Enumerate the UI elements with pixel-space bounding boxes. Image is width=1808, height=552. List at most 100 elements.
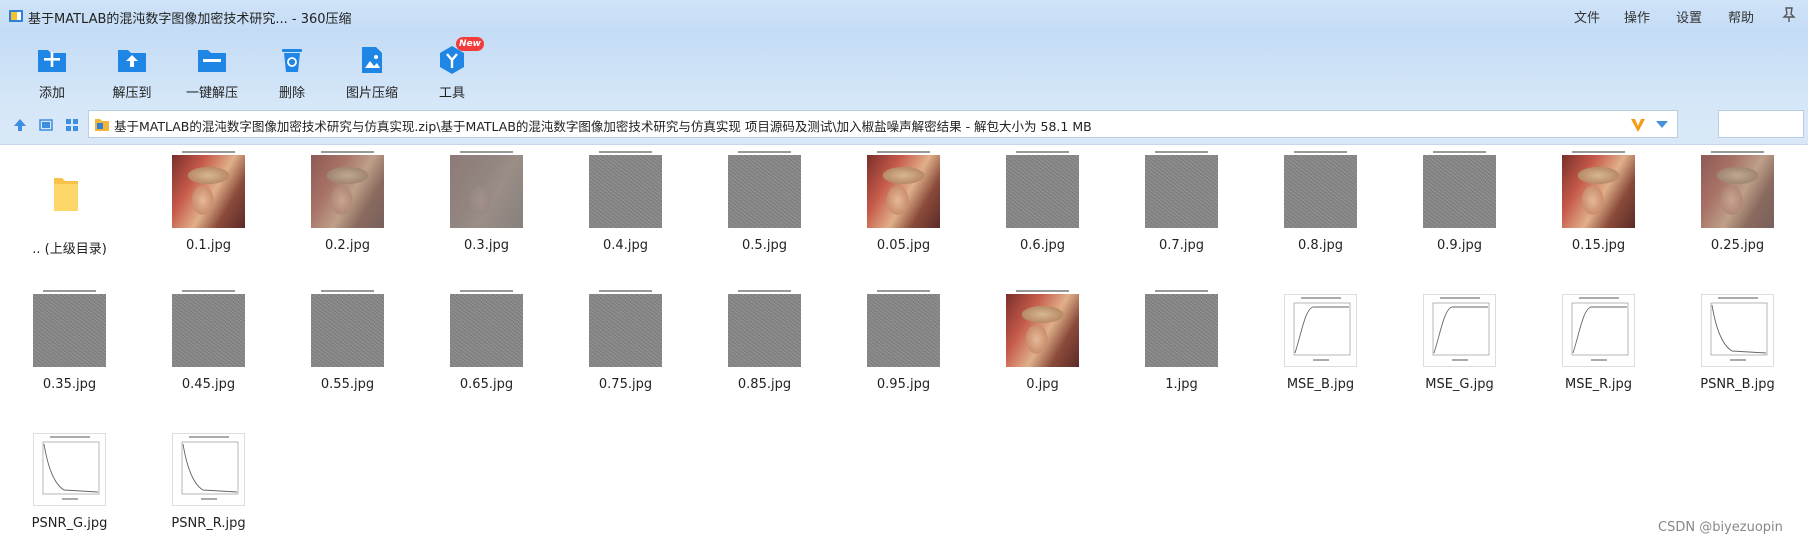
extract-to-button[interactable]: 解压到 bbox=[92, 40, 172, 102]
file-item[interactable]: 0.9.jpg bbox=[1390, 144, 1529, 274]
parent-folder-item[interactable]: .. (上级目录) bbox=[0, 144, 139, 274]
thumbnail-caption-line bbox=[460, 290, 513, 292]
file-item[interactable]: 0.3.jpg bbox=[417, 144, 556, 274]
file-item[interactable]: MSE_R.jpg bbox=[1529, 283, 1668, 413]
delete-button[interactable]: 删除 bbox=[252, 40, 332, 102]
list-view-icon[interactable] bbox=[38, 117, 54, 133]
one-click-extract-icon bbox=[198, 50, 226, 72]
extract-to-label: 解压到 bbox=[112, 86, 152, 101]
image-thumbnail bbox=[728, 290, 801, 367]
plot-thumbnail bbox=[1423, 294, 1496, 367]
v-logo-icon[interactable] bbox=[1629, 116, 1647, 134]
file-name: 1.jpg bbox=[1165, 377, 1198, 392]
thumbnail-caption-line bbox=[1711, 151, 1764, 153]
search-input[interactable] bbox=[1718, 110, 1804, 138]
file-item[interactable]: 0.jpg bbox=[973, 283, 1112, 413]
file-name: 0.4.jpg bbox=[603, 238, 648, 253]
thumbnail-caption-line bbox=[877, 290, 930, 292]
file-item[interactable]: MSE_G.jpg bbox=[1390, 283, 1529, 413]
menu-settings[interactable]: 设置 bbox=[1676, 7, 1702, 26]
thumbnail-caption-line bbox=[599, 151, 652, 153]
file-name: 0.25.jpg bbox=[1710, 238, 1765, 253]
file-item[interactable]: 0.1.jpg bbox=[139, 144, 278, 274]
image-thumbnail bbox=[1562, 151, 1635, 228]
plot-curve-graphic bbox=[1432, 297, 1490, 361]
image-thumbnail bbox=[1423, 151, 1496, 228]
file-item[interactable]: 1.jpg bbox=[1112, 283, 1251, 413]
image-compress-icon bbox=[362, 47, 382, 73]
file-item[interactable]: PSNR_G.jpg bbox=[0, 422, 139, 552]
file-item[interactable]: 0.5.jpg bbox=[695, 144, 834, 274]
menu-operation[interactable]: 操作 bbox=[1624, 7, 1650, 26]
thumbnail-caption-line bbox=[877, 151, 930, 153]
thumbnail-caption-line bbox=[1016, 151, 1069, 153]
file-item[interactable]: PSNR_B.jpg bbox=[1668, 283, 1807, 413]
file-item[interactable]: 0.65.jpg bbox=[417, 283, 556, 413]
add-button[interactable]: 添加 bbox=[12, 40, 92, 102]
file-name: 0.65.jpg bbox=[459, 377, 514, 392]
file-item[interactable]: 0.35.jpg bbox=[0, 283, 139, 413]
delete-icon bbox=[282, 49, 302, 72]
file-item[interactable]: MSE_B.jpg bbox=[1251, 283, 1390, 413]
plot-curve-graphic bbox=[1710, 297, 1768, 361]
new-badge: New bbox=[456, 37, 484, 51]
file-name: 0.95.jpg bbox=[876, 377, 931, 392]
file-name: 0.8.jpg bbox=[1298, 238, 1343, 253]
thumbnail-caption-line bbox=[1572, 151, 1625, 153]
menu-file[interactable]: 文件 bbox=[1574, 7, 1600, 26]
tools-label: 工具 bbox=[438, 86, 465, 101]
plot-thumbnail bbox=[1701, 294, 1774, 367]
file-item[interactable]: 0.85.jpg bbox=[695, 283, 834, 413]
file-name: 0.3.jpg bbox=[464, 238, 509, 253]
file-item[interactable]: 0.6.jpg bbox=[973, 144, 1112, 274]
menu-help[interactable]: 帮助 bbox=[1728, 7, 1754, 26]
address-bar[interactable]: 基于MATLAB的混沌数字图像加密技术研究与仿真实现.zip\基于MATLAB的… bbox=[88, 110, 1678, 138]
file-name: 0.1.jpg bbox=[186, 238, 231, 253]
image-thumbnail bbox=[1006, 290, 1079, 367]
file-item[interactable]: 0.15.jpg bbox=[1529, 144, 1668, 274]
image-thumbnail bbox=[172, 151, 245, 228]
file-item[interactable]: 0.25.jpg bbox=[1668, 144, 1807, 274]
window-title: 基于MATLAB的混沌数字图像加密技术研究... - 360压缩 bbox=[28, 12, 352, 27]
grid-view-icon[interactable] bbox=[64, 117, 80, 133]
dropdown-caret-icon[interactable] bbox=[1656, 121, 1668, 128]
file-name: 0.55.jpg bbox=[320, 377, 375, 392]
image-thumbnail bbox=[311, 290, 384, 367]
image-thumbnail bbox=[1284, 151, 1357, 228]
file-item[interactable]: 0.7.jpg bbox=[1112, 144, 1251, 274]
file-grid: .. (上级目录) 0.1.jpg 0.2.jpg 0.3.jpg 0.4.jpg 0.5… bbox=[0, 144, 1808, 545]
file-item[interactable]: 0.45.jpg bbox=[139, 283, 278, 413]
file-name: PSNR_G.jpg bbox=[31, 516, 108, 531]
thumbnail-caption-line bbox=[738, 151, 791, 153]
one-click-extract-button[interactable]: 一键解压 bbox=[172, 40, 252, 102]
file-item[interactable]: PSNR_R.jpg bbox=[139, 422, 278, 552]
extract-to-icon bbox=[118, 50, 146, 72]
file-name: MSE_R.jpg bbox=[1565, 377, 1632, 392]
add-archive-icon bbox=[38, 50, 66, 72]
thumbnail-caption-line bbox=[1016, 290, 1069, 292]
plot-curve-graphic bbox=[181, 436, 239, 500]
file-item[interactable]: 0.2.jpg bbox=[278, 144, 417, 274]
file-item[interactable]: 0.4.jpg bbox=[556, 144, 695, 274]
file-item[interactable]: 0.75.jpg bbox=[556, 283, 695, 413]
image-thumbnail bbox=[311, 151, 384, 228]
file-name: 0.jpg bbox=[1026, 377, 1059, 392]
file-name: 0.7.jpg bbox=[1159, 238, 1204, 253]
image-thumbnail bbox=[867, 290, 940, 367]
app-logo-icon bbox=[9, 10, 23, 22]
image-compress-button[interactable]: 图片压缩 bbox=[332, 40, 412, 102]
image-thumbnail bbox=[172, 290, 245, 367]
up-arrow-icon[interactable] bbox=[12, 117, 28, 133]
tools-button[interactable]: New 工具 bbox=[412, 37, 492, 102]
file-item[interactable]: 0.95.jpg bbox=[834, 283, 973, 413]
toolbar: 添加 解压到 一键解压 删除 图片压缩 New 工具 bbox=[0, 32, 1808, 106]
file-name: 0.85.jpg bbox=[737, 377, 792, 392]
pin-icon[interactable] bbox=[1780, 6, 1798, 24]
file-item[interactable]: 0.05.jpg bbox=[834, 144, 973, 274]
file-item[interactable]: 0.55.jpg bbox=[278, 283, 417, 413]
thumbnail-caption-line bbox=[321, 151, 374, 153]
plot-thumbnail bbox=[33, 433, 106, 506]
file-name: 0.35.jpg bbox=[42, 377, 97, 392]
image-thumbnail bbox=[728, 151, 801, 228]
file-item[interactable]: 0.8.jpg bbox=[1251, 144, 1390, 274]
